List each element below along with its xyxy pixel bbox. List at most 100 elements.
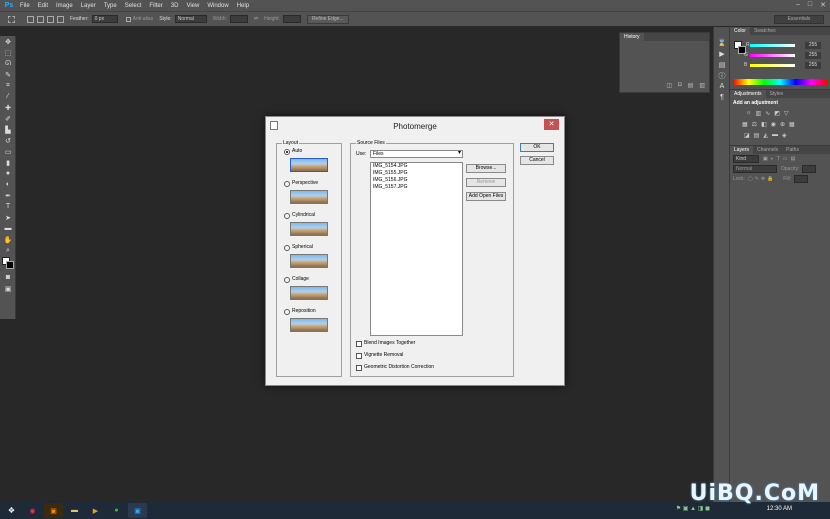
file-explorer-icon[interactable]: ▬ (65, 503, 84, 518)
snapshot-icon[interactable]: ◫ (666, 82, 672, 89)
layout-cylindrical-label[interactable]: Cylindrical (292, 212, 315, 218)
path-select-tool-icon[interactable]: ➤ (0, 212, 16, 223)
threshold-icon[interactable]: ◭ (763, 132, 768, 139)
media-player-icon[interactable]: ▶ (86, 503, 105, 518)
new-doc-icon[interactable]: ▤ (688, 82, 694, 89)
menu-image[interactable]: Image (52, 3, 77, 9)
browse-button[interactable]: Browse... (466, 164, 506, 173)
start-button-icon[interactable]: ❖ (2, 503, 21, 518)
invert-icon[interactable]: ◪ (744, 132, 750, 139)
red-slider[interactable] (750, 43, 795, 47)
blend-images-checkbox[interactable] (356, 341, 362, 347)
file-list-item[interactable]: IMG_5156.JPG (371, 177, 462, 184)
layout-perspective-radio[interactable] (284, 181, 290, 187)
bw-icon[interactable]: ◧ (761, 121, 767, 128)
layout-collage-radio[interactable] (284, 277, 290, 283)
menu-view[interactable]: View (182, 3, 203, 9)
photoshop-taskbar-icon[interactable]: ▣ (128, 503, 147, 518)
menu-type[interactable]: Type (100, 3, 121, 9)
pen-tool-icon[interactable]: ✒ (0, 190, 16, 201)
chrome-icon[interactable]: ◉ (23, 503, 42, 518)
new-selection-icon[interactable] (27, 15, 34, 23)
remove-button[interactable]: Remove (466, 178, 506, 187)
layout-spherical-thumbnail[interactable] (290, 254, 328, 268)
menu-edit[interactable]: Edit (34, 3, 52, 9)
refine-edge-button[interactable]: Refine Edge... (306, 14, 349, 24)
layout-spherical-radio[interactable] (284, 245, 290, 251)
levels-icon[interactable]: ▥ (756, 110, 762, 117)
tab-paths[interactable]: Paths (782, 146, 803, 154)
tab-swatches[interactable]: Swatches (750, 27, 780, 35)
dialog-close-button[interactable]: ✕ (544, 119, 559, 130)
channel-mixer-icon[interactable]: ⊕ (780, 121, 785, 128)
hand-tool-icon[interactable]: ✋ (0, 234, 16, 245)
geometric-distortion-label[interactable]: Geometric Distortion Correction (364, 364, 434, 370)
color-lookup-icon[interactable]: ▦ (789, 121, 795, 128)
fill-input[interactable] (794, 175, 809, 183)
layout-perspective-label[interactable]: Perspective (292, 180, 318, 186)
illustrator-icon[interactable]: ▣ (44, 503, 63, 518)
info-icon[interactable]: ⓘ (714, 70, 730, 81)
shape-tool-icon[interactable]: ▬ (0, 223, 16, 234)
dodge-tool-icon[interactable]: ◐ (0, 179, 16, 190)
gradient-map-icon[interactable]: ▬ (772, 132, 778, 139)
blend-images-label[interactable]: Blend Images Together (364, 340, 415, 346)
type-tool-icon[interactable]: T (0, 201, 16, 212)
history-icon[interactable]: ⌛ (714, 37, 730, 48)
eraser-tool-icon[interactable]: ▭ (0, 146, 16, 157)
anti-alias-checkbox[interactable] (125, 16, 131, 22)
camera-icon[interactable]: ◘ (678, 82, 682, 89)
gradient-tool-icon[interactable]: ▮ (0, 157, 16, 168)
menu-select[interactable]: Select (121, 3, 146, 9)
trash-icon[interactable]: ▥ (699, 82, 705, 89)
layout-cylindrical-thumbnail[interactable] (290, 222, 328, 236)
properties-icon[interactable]: ▤ (714, 59, 730, 70)
use-select[interactable]: Files (370, 150, 463, 158)
add-selection-icon[interactable] (37, 15, 44, 23)
color-swatches[interactable] (0, 256, 16, 272)
screen-mode-icon[interactable]: ▣ (0, 283, 16, 294)
menu-help[interactable]: Help (233, 3, 253, 9)
crop-tool-icon[interactable]: ⌗ (0, 80, 16, 91)
geometric-distortion-checkbox[interactable] (356, 365, 362, 371)
swap-icon[interactable]: ⇄ (254, 16, 258, 22)
line-app-icon[interactable]: ● (107, 503, 126, 518)
filter-icons[interactable]: ▣◐T▭▤ (763, 156, 798, 162)
photo-filter-icon[interactable]: ◉ (771, 121, 776, 128)
layout-reposition-label[interactable]: Reposition (292, 308, 316, 314)
layout-collage-thumbnail[interactable] (290, 286, 328, 300)
subtract-selection-icon[interactable] (47, 15, 54, 23)
eyedropper-tool-icon[interactable]: ⁄ (0, 91, 16, 102)
layout-reposition-radio[interactable] (284, 309, 290, 315)
file-list-item[interactable]: IMG_5154.JPG (371, 163, 462, 170)
intersect-selection-icon[interactable] (57, 15, 64, 23)
background-color-icon[interactable] (6, 261, 14, 269)
brush-tool-icon[interactable]: ✐ (0, 113, 16, 124)
tab-layers[interactable]: Layers (730, 146, 754, 154)
move-tool-icon[interactable]: ✥ (0, 36, 16, 47)
tab-styles[interactable]: Styles (766, 90, 788, 98)
file-list-item[interactable]: IMG_5157.JPG (371, 184, 462, 191)
layout-collage-label[interactable]: Collage (292, 276, 309, 282)
layout-spherical-label[interactable]: Spherical (292, 244, 313, 250)
lasso-tool-icon[interactable]: ᘏ (0, 58, 16, 69)
workspace-select[interactable]: Essentials (774, 15, 824, 24)
blue-slider[interactable] (750, 63, 795, 67)
character-icon[interactable]: A (714, 81, 730, 92)
tab-channels[interactable]: Channels (753, 146, 782, 154)
layout-auto-label[interactable]: Auto (292, 148, 302, 154)
zoom-tool-icon[interactable]: ⌕ (0, 245, 16, 256)
feather-input[interactable]: 0 px (91, 15, 118, 23)
menu-layer[interactable]: Layer (77, 3, 100, 9)
curves-icon[interactable]: ∿ (765, 110, 770, 117)
menu-filter[interactable]: Filter (145, 3, 166, 9)
vibrance-icon[interactable]: ▽ (784, 110, 789, 117)
quick-select-tool-icon[interactable]: ✎ (0, 69, 16, 80)
tab-history[interactable]: History (620, 33, 644, 41)
tab-adjustments[interactable]: Adjustments (730, 90, 766, 98)
blend-mode-select[interactable]: Normal (733, 165, 777, 173)
tab-color[interactable]: Color (730, 27, 750, 35)
selective-color-icon[interactable]: ◈ (782, 132, 787, 139)
brightness-icon[interactable]: ☼ (746, 110, 752, 117)
height-input[interactable] (282, 15, 301, 23)
